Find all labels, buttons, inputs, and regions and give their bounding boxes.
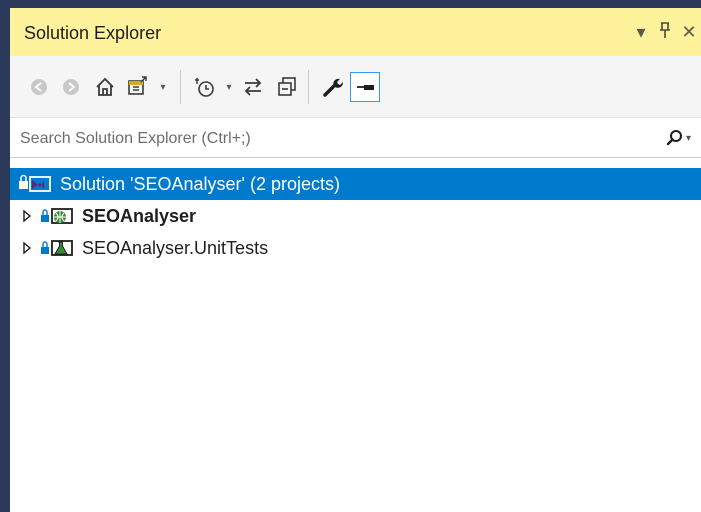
search-button[interactable]: ▾ [666,126,691,150]
close-icon[interactable]: ✕ [677,22,701,43]
sync-arrows-icon [244,78,262,96]
switch-views-icon [128,76,147,95]
wrench-icon [323,78,343,97]
toolbar-separator [308,70,309,104]
tree-item-label: Solution 'SEOAnalyser' (2 projects) [60,173,340,194]
preview-icon [357,85,374,90]
expand-arrow-icon[interactable] [18,242,36,254]
switch-views-button[interactable] [124,72,154,102]
solution-icon [18,173,54,195]
collapse-all-icon [278,77,296,96]
tree-item-label: SEOAnalyser.UnitTests [82,237,269,258]
pending-changes-filter-button[interactable] [190,72,220,102]
title-bar: Solution Explorer ▾ ✕ [10,8,701,56]
search-input[interactable] [18,124,632,154]
search-icon [666,130,682,146]
home-button[interactable] [90,72,120,102]
sync-active-document-button[interactable] [238,72,268,102]
panel-title: Solution Explorer [24,23,162,43]
collapse-all-button[interactable] [272,72,302,102]
solution-tree: Solution 'SEOAnalyser' (2 projects) SEOA… [10,168,701,264]
clock-filter-icon [195,78,214,97]
title-controls: ▾ ✕ [629,20,701,44]
web-project-icon [40,205,76,227]
tree-item-label: SEOAnalyser [82,205,197,226]
search-options-dropdown-icon[interactable]: ▾ [686,133,691,144]
solution-explorer-panel: Solution Explorer ▾ ✕ ▾ ▾ Search Solutio… [10,8,701,512]
toolbar: ▾ ▾ [10,56,701,118]
window-position-dropdown-icon[interactable]: ▾ [629,22,653,43]
switch-views-dropdown-icon[interactable]: ▾ [156,72,170,102]
auto-hide-pin-icon[interactable] [653,21,677,44]
toolbar-separator [180,70,181,104]
expand-arrow-icon[interactable] [18,210,36,222]
search-bar: ▾ [10,118,701,158]
tree-item-solution[interactable]: Solution 'SEOAnalyser' (2 projects) [10,168,701,200]
forward-circle-icon [63,79,79,95]
pending-changes-dropdown-icon[interactable]: ▾ [222,72,236,102]
home-icon [96,77,114,96]
tree-item-project[interactable]: SEOAnalyser.UnitTests [10,232,701,264]
back-circle-icon [31,79,47,95]
properties-button[interactable] [318,72,348,102]
forward-button[interactable] [56,72,86,102]
preview-selected-items-button[interactable] [350,72,380,102]
tree-item-project[interactable]: SEOAnalyser [10,200,701,232]
test-project-icon [40,237,76,259]
back-button[interactable] [24,72,54,102]
